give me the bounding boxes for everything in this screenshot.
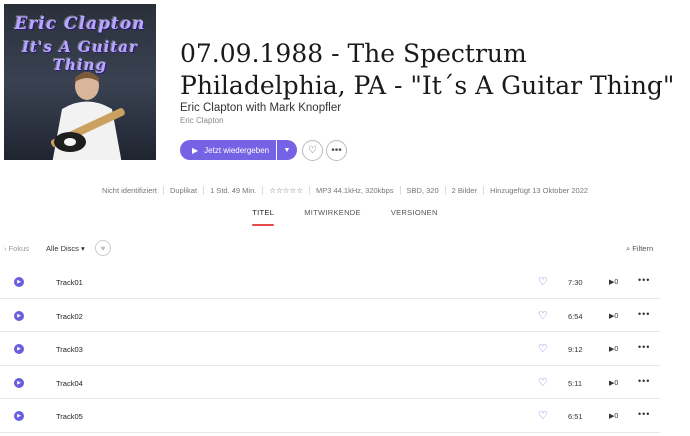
play-count-value: 0: [614, 413, 619, 420]
fokus-label: Fokus: [8, 244, 30, 253]
track-row[interactable]: ▶ Track02 ♡ 6:54 ▶0 •••: [0, 299, 660, 332]
album-sub-artist[interactable]: Eric Clapton: [180, 116, 224, 125]
play-icon[interactable]: ▶: [14, 377, 24, 388]
play-count: ▶0: [609, 412, 618, 420]
meta-item: SBD, 320: [401, 186, 446, 195]
meta-item: 1 Std. 49 Min.: [204, 186, 264, 195]
disc-selector-label: Alle Discs: [46, 244, 79, 253]
heart-icon[interactable]: ♡: [538, 376, 548, 389]
play-count-value: 0: [614, 379, 619, 387]
play-icon[interactable]: ▶: [14, 277, 24, 287]
play-icon[interactable]: ▶: [14, 344, 24, 354]
heart-icon[interactable]: ♡: [538, 342, 548, 355]
play-count: ▶0: [609, 312, 618, 320]
filter-button[interactable]: ⌕ Filtern: [626, 244, 653, 254]
meta-item: Duplikat: [164, 186, 205, 195]
album-artists[interactable]: Eric Clapton with Mark Knopfler: [180, 102, 341, 114]
favorite-album-button[interactable]: ♡: [302, 140, 323, 161]
cover-figure: [50, 72, 125, 160]
track-name: Track05: [56, 412, 83, 421]
track-name: Track02: [56, 311, 83, 321]
tab-titel[interactable]: TITEL: [252, 208, 275, 226]
track-row[interactable]: ▶ Track05 ♡ 6:51 ▶0 •••: [0, 399, 660, 433]
play-count: ▶0: [609, 345, 618, 353]
more-options-button[interactable]: •••: [326, 140, 347, 161]
play-icon[interactable]: ▶: [14, 310, 24, 321]
track-duration: 5:11: [568, 378, 583, 388]
tab-bar: TITEL MITWIRKENDE VERSIONEN: [0, 208, 690, 226]
play-now-button[interactable]: ▶ Jetzt wiedergeben: [180, 140, 276, 160]
play-count-value: 0: [614, 312, 619, 320]
track-name: Track03: [56, 345, 83, 354]
more-icon[interactable]: •••: [638, 309, 650, 319]
tab-versionen[interactable]: VERSIONEN: [391, 208, 438, 223]
heart-icon[interactable]: ♡: [538, 275, 548, 288]
meta-item: Hinzugefügt 13 Oktober 2022: [490, 186, 589, 195]
search-icon: ⌕: [626, 244, 631, 253]
filter-label: Filtern: [632, 244, 654, 253]
favorite-disc-button[interactable]: ♥: [95, 240, 111, 256]
tracklist-toolbar: › Fokus Alle Discs ▾ ♥ ⌕ Filtern: [0, 240, 690, 256]
caret-down-icon: ▾: [81, 244, 85, 253]
more-icon[interactable]: •••: [638, 376, 650, 386]
more-icon[interactable]: •••: [638, 342, 650, 352]
heart-icon: ♥: [100, 243, 106, 253]
cover-title-line1: Eric Clapton: [14, 14, 146, 34]
track-name: Track04: [56, 378, 83, 388]
track-duration: 9:12: [568, 345, 583, 354]
more-icon: •••: [331, 145, 342, 156]
more-icon[interactable]: •••: [638, 409, 650, 419]
play-count-value: 0: [614, 346, 619, 353]
fokus-toggle[interactable]: › Fokus: [4, 244, 29, 253]
play-now-label: Jetzt wiedergeben: [204, 145, 270, 155]
track-row[interactable]: ▶ Track03 ♡ 9:12 ▶0 •••: [0, 332, 660, 366]
play-icon[interactable]: ▶: [14, 411, 24, 421]
meta-item: MP3 44.1kHz, 320kbps: [310, 186, 401, 195]
play-options-button[interactable]: ▼: [277, 140, 297, 160]
heart-icon[interactable]: ♡: [538, 309, 548, 322]
play-count: ▶0: [609, 379, 618, 387]
track-duration: 6:54: [568, 311, 583, 321]
track-duration: 7:30: [568, 278, 583, 287]
track-duration: 6:51: [568, 412, 583, 421]
tab-mitwirkende[interactable]: MITWIRKENDE: [304, 208, 361, 223]
chevron-right-icon: ›: [4, 244, 7, 253]
play-icon: ▶: [192, 145, 199, 155]
meta-item: Nicht identifiziert: [96, 186, 164, 195]
play-count-value: 0: [614, 279, 619, 286]
track-row[interactable]: ▶ Track04 ♡ 5:11 ▶0 •••: [0, 366, 660, 399]
disc-selector[interactable]: Alle Discs ▾: [46, 244, 85, 253]
heart-icon[interactable]: ♡: [538, 409, 548, 422]
album-title: 07.09.1988 - The Spectrum Philadelphia, …: [180, 39, 675, 100]
more-icon[interactable]: •••: [638, 275, 650, 285]
track-row[interactable]: ▶ Track01 ♡ 7:30 ▶0 •••: [0, 265, 660, 299]
play-count: ▶0: [609, 278, 618, 286]
track-list: ▶ Track01 ♡ 7:30 ▶0 ••• ▶ Track02 ♡ 6:54…: [0, 265, 690, 433]
album-cover[interactable]: Eric Clapton It's A Guitar Thing: [4, 4, 156, 160]
meta-item: 2 Bilder: [446, 186, 485, 195]
rating-stars[interactable]: ☆☆☆☆☆: [263, 186, 310, 195]
track-name: Track01: [56, 278, 83, 287]
album-meta: Nicht identifiziert Duplikat 1 Std. 49 M…: [0, 186, 690, 195]
heart-icon: ♡: [308, 145, 317, 156]
chevron-down-icon: ▼: [283, 146, 291, 154]
